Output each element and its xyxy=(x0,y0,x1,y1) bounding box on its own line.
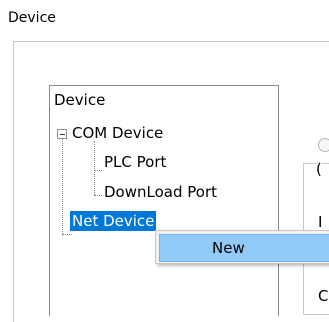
right-fragment-1: ( xyxy=(316,160,322,178)
context-menu: New xyxy=(155,230,329,264)
window-title: Device xyxy=(8,10,56,26)
tree-item-label: DownLoad Port xyxy=(104,183,217,201)
tree-item-com-device[interactable]: COM Device xyxy=(72,123,163,143)
device-tree[interactable]: Device COM Device PLC Port DownLoad Port… xyxy=(49,85,279,316)
right-fragment-3: C xyxy=(318,287,329,305)
menu-item-new[interactable]: New xyxy=(159,234,329,262)
tree-item-label: PLC Port xyxy=(104,153,167,171)
tree-line xyxy=(62,234,72,235)
right-fragment-2: I xyxy=(318,213,323,231)
tree-item-label: Net Device xyxy=(72,212,155,230)
tree-item-label: Device xyxy=(54,91,106,109)
tree-item-device[interactable]: Device xyxy=(54,90,105,110)
tree-item-net-device[interactable]: Net Device xyxy=(70,211,157,231)
tree-line xyxy=(62,134,63,234)
tree-line xyxy=(94,141,95,195)
radio-button[interactable] xyxy=(318,138,329,152)
tree-item-download-port[interactable]: DownLoad Port xyxy=(104,182,217,202)
tree-line xyxy=(94,170,102,171)
tree-item-label: COM Device xyxy=(72,124,164,142)
collapse-icon[interactable] xyxy=(57,129,67,139)
tree-item-plc-port[interactable]: PLC Port xyxy=(104,152,166,172)
tree-line xyxy=(94,195,102,196)
menu-item-label: New xyxy=(212,239,245,257)
